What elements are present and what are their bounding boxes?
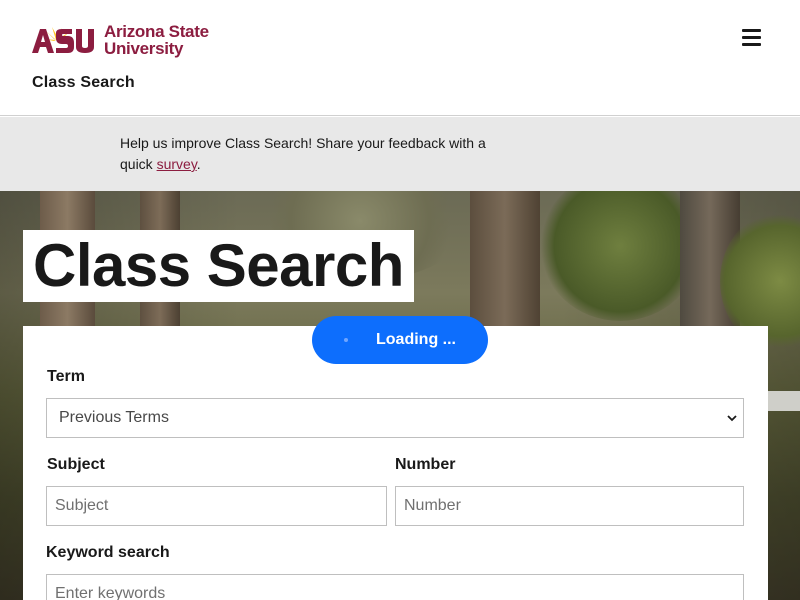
feedback-banner: Help us improve Class Search! Share your… bbox=[0, 117, 800, 191]
feedback-text-end: . bbox=[196, 156, 201, 172]
keyword-placeholder: Enter keywords bbox=[55, 585, 166, 600]
asu-logo[interactable]: Arizona State University bbox=[32, 22, 212, 58]
asu-sunburst-logo-icon bbox=[32, 25, 100, 55]
feedback-message: Help us improve Class Search! Share your… bbox=[120, 133, 490, 175]
chevron-down-icon bbox=[727, 415, 737, 422]
number-placeholder: Number bbox=[404, 497, 461, 514]
keyword-label: Keyword search bbox=[46, 544, 170, 561]
university-name: Arizona State University bbox=[104, 23, 209, 57]
hamburger-menu-icon[interactable] bbox=[742, 29, 762, 47]
site-header: Arizona State University Class Search bbox=[0, 0, 800, 116]
subject-placeholder: Subject bbox=[55, 497, 109, 514]
term-label: Term bbox=[47, 368, 85, 385]
spinner-icon bbox=[344, 338, 348, 342]
logo-line2: University bbox=[104, 39, 184, 58]
term-selected-value: Previous Terms bbox=[59, 409, 169, 426]
term-select[interactable]: Previous Terms bbox=[46, 398, 744, 438]
menu-bar bbox=[742, 29, 761, 32]
loading-indicator: Loading ... bbox=[312, 316, 488, 364]
background-foliage bbox=[540, 191, 700, 321]
hero-section: Class Search Term Previous Terms Subject… bbox=[0, 191, 800, 600]
menu-bar bbox=[742, 36, 761, 39]
search-form-card: Term Previous Terms Subject Subject Numb… bbox=[23, 326, 768, 600]
number-input[interactable]: Number bbox=[395, 486, 744, 526]
menu-bar bbox=[742, 43, 761, 46]
site-title[interactable]: Class Search bbox=[32, 74, 135, 92]
keyword-input[interactable]: Enter keywords bbox=[46, 574, 744, 600]
number-label: Number bbox=[395, 456, 456, 473]
survey-link[interactable]: survey bbox=[157, 156, 197, 172]
loading-label: Loading ... bbox=[376, 331, 456, 348]
subject-label: Subject bbox=[47, 456, 105, 473]
page-title: Class Search bbox=[23, 230, 414, 302]
subject-input[interactable]: Subject bbox=[46, 486, 387, 526]
logo-line1: Arizona State bbox=[104, 22, 209, 41]
